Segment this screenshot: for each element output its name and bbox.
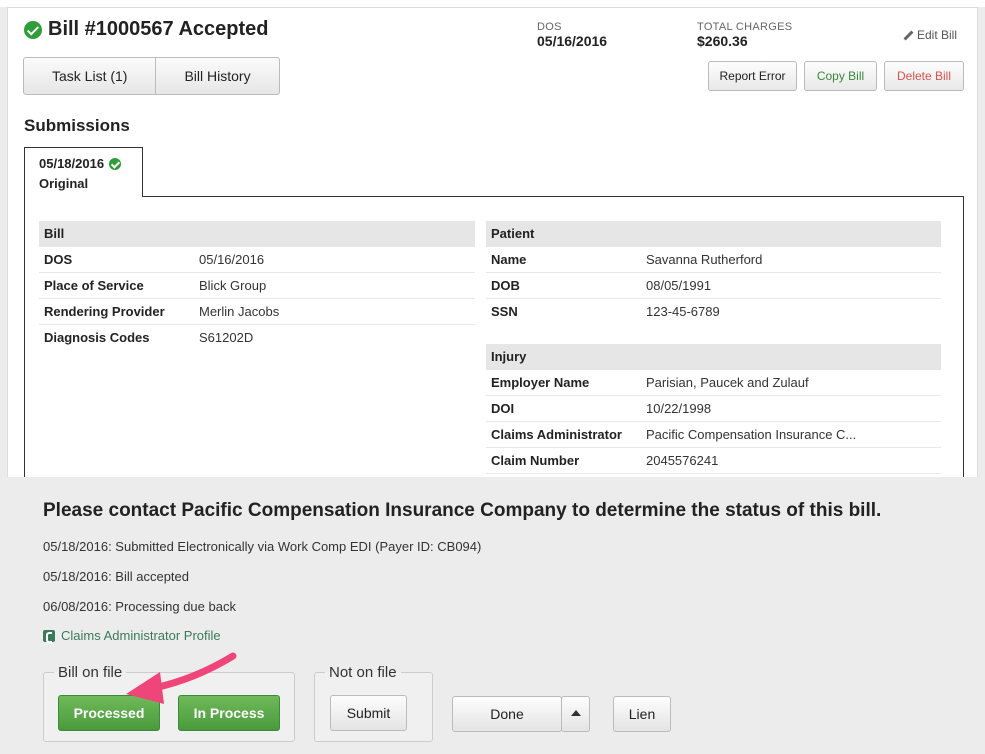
tab-bill-history[interactable]: Bill History [155, 58, 278, 94]
in-process-button[interactable]: In Process [178, 695, 280, 731]
tab-task-list[interactable]: Task List (1) [24, 58, 155, 94]
submission-panel: Bill DOS 05/16/2016 Place of Service Blick… [24, 196, 964, 477]
edit-bill-link[interactable]: Edit Bill [904, 28, 957, 42]
table-row: Claims Administrator Pacific Compensation… [486, 422, 941, 448]
done-button[interactable]: Done [452, 696, 562, 732]
phone-icon [43, 629, 55, 643]
log-entry: 05/18/2016: Submitted Electronically via… [43, 539, 482, 554]
table-row: Diagnosis Codes S61202D [44, 330, 254, 345]
report-error-button[interactable]: Report Error [708, 61, 797, 91]
dos-meta: DOS 05/16/2016 [537, 21, 607, 49]
bill-title-text: Bill #1000567 Accepted [48, 18, 269, 40]
total-value: $260.36 [697, 33, 748, 49]
table-row: Employer Name Parisian, Paucek and Zulauf [486, 370, 941, 396]
top-strip [0, 0, 985, 7]
log-entry: 05/18/2016: Bill accepted [43, 569, 189, 584]
patient-header: Patient [486, 221, 941, 247]
caret-up-icon [571, 710, 581, 716]
table-row: DOB 08/05/1991 [486, 273, 941, 299]
total-meta: TOTAL CHARGES $260.36 [697, 21, 792, 49]
bill-header: Bill [39, 221, 475, 247]
lien-button[interactable]: Lien [613, 696, 671, 732]
table-row: Rendering Provider Merlin Jacobs [39, 299, 475, 325]
dos-label: DOS [537, 21, 562, 33]
log-entry: 06/08/2016: Processing due back [43, 599, 236, 614]
dos-value: 05/16/2016 [537, 33, 608, 49]
table-row: Place of Service Blick Group [39, 273, 475, 299]
injury-header: Injury [486, 344, 941, 370]
done-dropdown-toggle[interactable] [561, 696, 590, 732]
patient-details: Patient Name Savanna Rutherford DOB 08/05/… [486, 221, 941, 474]
submission-tab-original[interactable]: 05/18/2016 Original [24, 147, 143, 197]
delete-bill-button[interactable]: Delete Bill [884, 61, 964, 91]
submissions-title: Submissions [24, 116, 130, 135]
total-label: TOTAL CHARGES [697, 21, 793, 33]
table-row: DOI 10/22/1998 [486, 396, 941, 422]
table-row: Claim Number 2045576241 [486, 448, 941, 474]
status-notice: Please contact Pacific Compensation Insu… [43, 500, 882, 521]
submission-label: Original [39, 176, 89, 191]
submit-button[interactable]: Submit [330, 695, 407, 731]
table-row: DOS 05/16/2016 [39, 247, 475, 273]
bill-details: Bill DOS 05/16/2016 Place of Service Blick… [39, 221, 475, 351]
profile-link-label: Claims Administrator Profile [61, 628, 221, 643]
edit-bill-label: Edit Bill [917, 28, 958, 42]
not-on-file-legend: Not on file [329, 664, 397, 681]
status-panel: Please contact Pacific Compensation Insu… [0, 477, 985, 754]
check-circle-icon [109, 158, 122, 170]
bill-tabs: Task List (1) Bill History [23, 57, 280, 95]
table-row: Name Savanna Rutherford [486, 247, 941, 273]
copy-bill-button[interactable]: Copy Bill [804, 61, 877, 91]
pencil-icon [904, 31, 913, 40]
submission-date: 05/18/2016 [39, 156, 105, 171]
check-circle-icon [24, 20, 42, 39]
bill-on-file-legend: Bill on file [58, 664, 123, 681]
processed-button[interactable]: Processed [58, 695, 160, 731]
claims-admin-profile-link[interactable]: Claims Administrator Profile [43, 628, 221, 643]
table-row: SSN 123-45-6789 [491, 304, 720, 319]
bill-title: Bill #1000567 Accepted [24, 18, 269, 41]
bill-card: Bill #1000567 Accepted DOS 05/16/2016 TO… [7, 7, 978, 477]
